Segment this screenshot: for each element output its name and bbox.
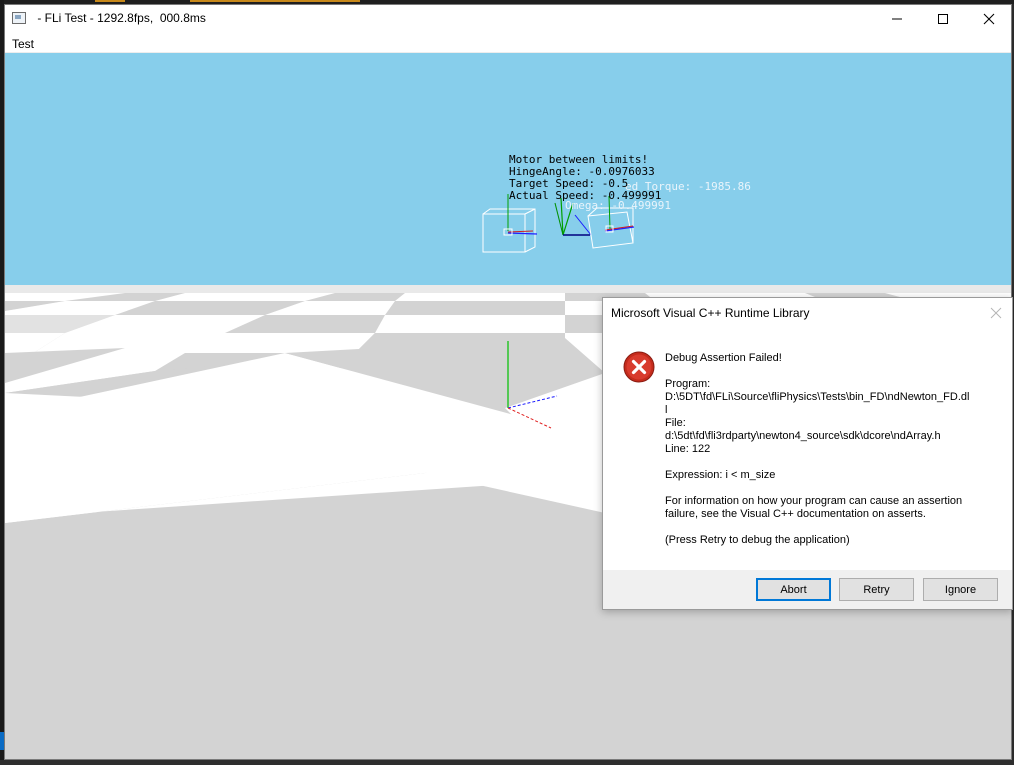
close-icon[interactable] — [989, 306, 1003, 320]
minimize-button[interactable] — [874, 5, 920, 33]
title-bar[interactable]: - FLi Test - 1292.8fps, 000.8ms — [5, 5, 1011, 33]
dialog-title: Microsoft Visual C++ Runtime Library — [611, 306, 810, 320]
press-retry-text: (Press Retry to debug the application) — [665, 534, 850, 546]
program-label: Program: — [665, 378, 711, 390]
info-text-2: failure, see the Visual C++ documentatio… — [665, 508, 926, 520]
file-path: d:\5dt\fd\fli3rdparty\newton4_source\sdk… — [665, 430, 941, 442]
abort-button[interactable]: Abort — [756, 578, 831, 601]
assertion-heading: Debug Assertion Failed! — [665, 352, 782, 364]
expression-text: Expression: i < m_size — [665, 469, 776, 481]
dialog-button-bar: Abort Retry Ignore — [603, 570, 1012, 609]
close-icon — [983, 13, 995, 25]
maximize-button[interactable] — [920, 5, 966, 33]
maximize-icon — [938, 14, 948, 24]
retry-button[interactable]: Retry — [839, 578, 914, 601]
ignore-button[interactable]: Ignore — [923, 578, 998, 601]
info-text-1: For information on how your program can … — [665, 495, 963, 507]
minimize-icon — [892, 18, 902, 20]
menu-item-test[interactable]: Test — [12, 37, 34, 51]
line-number: Line: 122 — [665, 443, 711, 455]
app-window-icon[interactable] — [12, 12, 26, 24]
program-path-cont: l — [665, 404, 668, 416]
error-icon — [623, 351, 655, 383]
hud-ghost-omega: Omega: -0.499991 — [565, 199, 671, 212]
dialog-message: Debug Assertion Failed! Program: D:\5DT\… — [665, 352, 995, 547]
assertion-dialog: Microsoft Visual C++ Runtime Library Deb… — [602, 297, 1013, 610]
menu-bar: Test — [5, 33, 1011, 53]
window-title: - FLi Test - 1292.8fps, 000.8ms — [34, 11, 206, 25]
bottom-strip — [0, 760, 1014, 765]
close-button[interactable] — [966, 5, 1011, 33]
program-path: D:\5DT\fd\FLi\Source\fliPhysics\Tests\bi… — [665, 391, 970, 403]
file-label: File: — [665, 417, 686, 429]
